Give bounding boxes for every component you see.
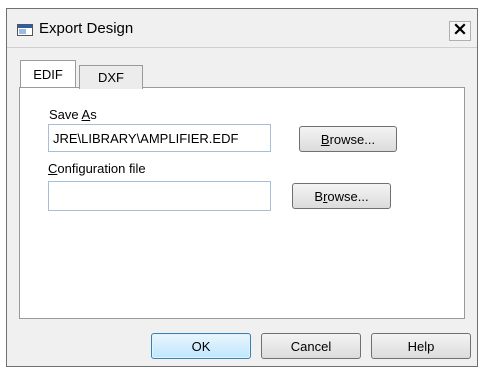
close-icon [454,22,466,40]
save-as-label: Save As [49,107,97,122]
tab-dxf-label: DXF [98,70,124,85]
cancel-button[interactable]: Cancel [261,333,361,359]
tab-dxf[interactable]: DXF [79,65,143,89]
tab-edif-label: EDIF [33,66,63,82]
export-design-dialog: Export Design EDIF DXF Save As Browse...… [6,8,478,367]
save-as-browse-button[interactable]: Browse... [299,126,397,152]
tab-edif[interactable]: EDIF [20,60,76,87]
help-button[interactable]: Help [371,333,471,359]
configuration-file-input[interactable] [48,181,271,211]
title-bar: Export Design [7,9,477,48]
window-title: Export Design [39,20,134,37]
save-as-input[interactable] [48,124,271,152]
ok-button[interactable]: OK [151,333,251,359]
close-button[interactable] [449,21,471,41]
window-icon [17,23,33,36]
configuration-file-label: Configuration file [48,161,146,176]
configuration-browse-button[interactable]: Browse... [292,183,391,209]
